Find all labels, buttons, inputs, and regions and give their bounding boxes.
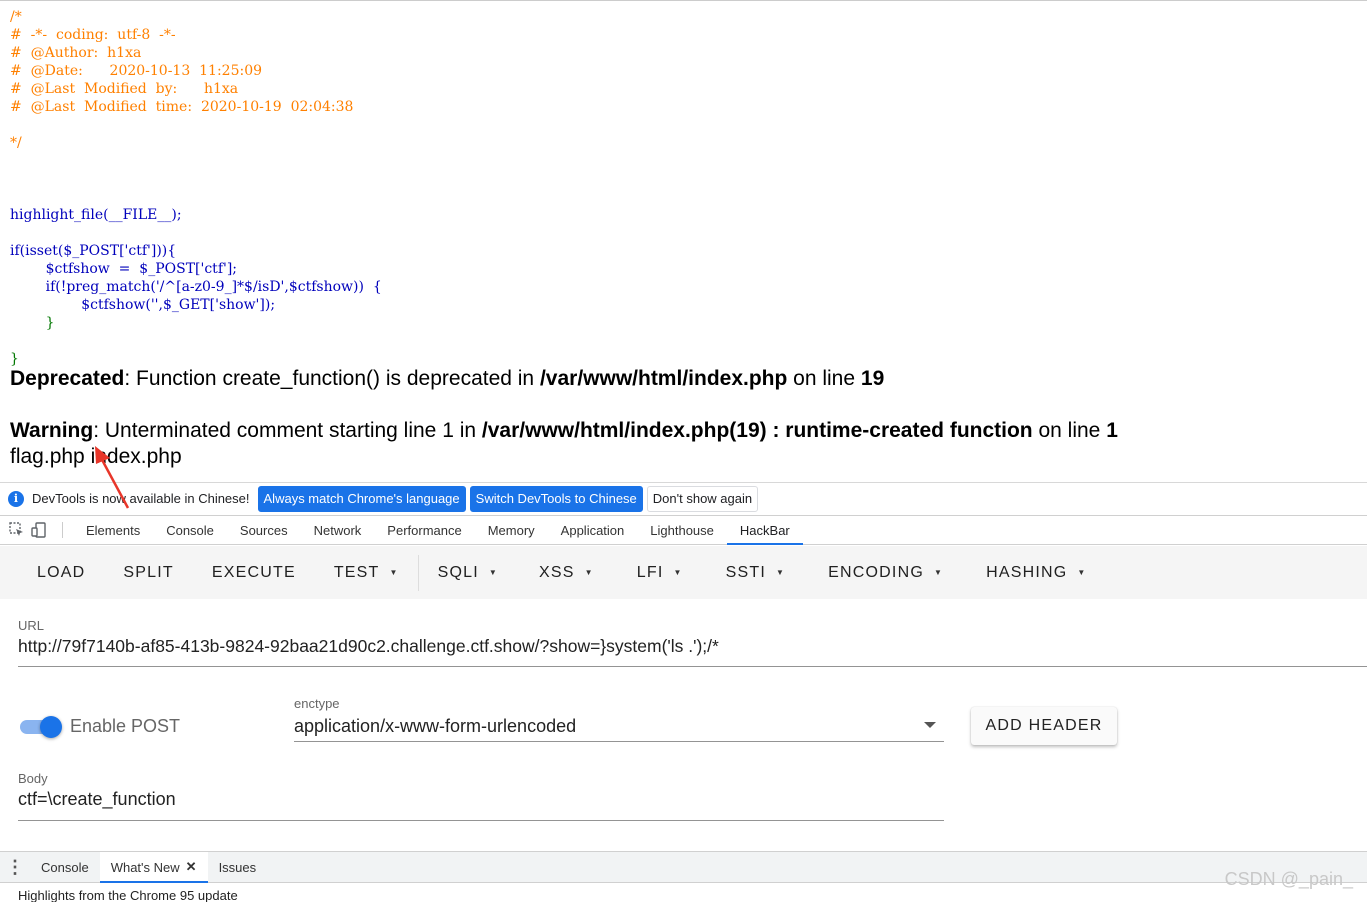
source-preg-line: if(!preg_match('/^[a-z0-9_]*$/isD',$ctfs… <box>10 279 382 295</box>
source-outer-close: } <box>10 351 19 367</box>
load-button[interactable]: LOAD <box>18 555 104 591</box>
warning-line: 1 <box>1106 419 1118 442</box>
ssti-menu-button[interactable]: SSTI ▼ <box>702 555 805 591</box>
source-assign-line: $ctfshow = $_POST['ctf']; <box>10 261 238 277</box>
source-if-open: if(isset($_POST['ctf'])){ <box>10 243 177 259</box>
test-menu-button[interactable]: TEST ▼ <box>315 555 418 591</box>
source-comment-line-8: */ <box>10 135 22 151</box>
caret-down-icon: ▼ <box>584 568 594 577</box>
url-input-underline <box>18 666 1367 667</box>
infobar-text: DevTools is now available in Chinese! <box>32 491 250 506</box>
switch-to-chinese-button[interactable]: Switch DevTools to Chinese <box>469 485 643 512</box>
tab-lighthouse[interactable]: Lighthouse <box>637 516 727 544</box>
source-inner-close: } <box>10 315 55 331</box>
caret-down-icon: ▼ <box>776 568 786 577</box>
split-label: SPLIT <box>123 563 174 581</box>
url-input[interactable]: http://79f7140b-af85-413b-9824-92baa21d9… <box>18 636 719 657</box>
encoding-label: ENCODING <box>828 563 924 581</box>
source-comment-line-6: # @Last Modified time: 2020-10-19 02:04:… <box>10 99 354 115</box>
body-input-underline <box>18 820 944 821</box>
drawer-tabbar: ⋮ Console What's New ✕ Issues <box>0 851 1367 883</box>
body-input[interactable]: ctf=\create_function <box>18 789 176 810</box>
dropdown-arrow-icon[interactable] <box>924 722 936 728</box>
more-options-icon[interactable]: ⋮ <box>0 852 30 882</box>
ssti-label: SSTI <box>725 563 767 581</box>
whats-new-label: What's New <box>110 859 180 875</box>
warning-label: Warning <box>10 419 94 442</box>
deprecated-message: Deprecated: Function create_function() i… <box>10 367 884 391</box>
execute-label: EXECUTE <box>211 563 296 581</box>
tab-elements[interactable]: Elements <box>73 516 153 544</box>
dont-show-again-button[interactable]: Don't show again <box>646 485 759 512</box>
body-label: Body <box>18 771 48 786</box>
source-call-line: $ctfshow('',$_GET['show']); <box>10 297 276 313</box>
deprecated-online: on line <box>787 367 861 390</box>
tab-network[interactable]: Network <box>301 516 375 544</box>
source-comment-line-5: # @Last Modified by: h1xa <box>10 81 239 97</box>
deprecated-file: /var/www/html/index.php <box>539 367 788 390</box>
watermark: CSDN @_pain_ <box>1224 869 1353 889</box>
devtools-language-infobar: i DevTools is now available in Chinese! … <box>0 482 1367 514</box>
device-toolbar-icon[interactable] <box>28 516 50 544</box>
tab-performance[interactable]: Performance <box>374 516 474 544</box>
sqli-label: SQLI <box>437 563 479 581</box>
inspect-element-icon[interactable] <box>6 516 28 544</box>
sqli-menu-button[interactable]: SQLI ▼ <box>419 555 517 591</box>
caret-down-icon: ▼ <box>488 568 499 577</box>
php-source-view: /* # -*- coding: utf-8 -*- # @Author: h1… <box>0 0 1367 480</box>
add-header-button[interactable]: ADD HEADER <box>971 707 1117 745</box>
tab-application[interactable]: Application <box>548 516 638 544</box>
warning-online: on line <box>1032 419 1107 442</box>
warning-file: /var/www/html/index.php(19) : runtime-cr… <box>481 419 1033 442</box>
whats-new-heading: Highlights from the Chrome 95 update <box>18 888 238 902</box>
drawer-tab-issues[interactable]: Issues <box>208 852 268 882</box>
split-button[interactable]: SPLIT <box>104 555 192 591</box>
deprecated-text: : Function create_function() is deprecat… <box>124 367 540 390</box>
source-comment-line-4: # @Date: 2020-10-13 11:25:09 <box>10 63 263 79</box>
execute-button[interactable]: EXECUTE <box>193 555 315 591</box>
deprecated-line: 19 <box>860 367 885 390</box>
tab-console[interactable]: Console <box>153 516 227 544</box>
url-label: URL <box>18 618 45 633</box>
test-label: TEST <box>333 563 380 581</box>
xss-menu-button[interactable]: XSS ▼ <box>517 555 613 591</box>
red-arrow-annotation <box>95 446 130 509</box>
toggle-thumb <box>40 716 62 738</box>
xss-label: XSS <box>539 563 575 581</box>
hackbar-toolbar: LOAD SPLIT EXECUTE TEST ▼ SQLI ▼ XSS ▼ LFI ▼… <box>0 546 1367 599</box>
enctype-select[interactable]: application/x-www-form-urlencoded <box>294 716 576 737</box>
encoding-menu-button[interactable]: ENCODING ▼ <box>804 555 962 591</box>
lfi-label: LFI <box>636 563 664 581</box>
caret-down-icon: ▼ <box>673 568 683 577</box>
devtools-tabbar: Elements Console Sources Network Perform… <box>0 515 1367 545</box>
source-comment-line-3: # @Author: h1xa <box>10 45 142 61</box>
caret-down-icon: ▼ <box>1077 568 1087 577</box>
drawer-tab-whats-new[interactable]: What's New ✕ <box>99 852 208 883</box>
enable-post-toggle[interactable] <box>20 716 64 738</box>
lfi-menu-button[interactable]: LFI ▼ <box>613 555 702 591</box>
tab-hackbar[interactable]: HackBar <box>726 516 803 545</box>
tab-memory[interactable]: Memory <box>475 516 548 544</box>
caret-down-icon: ▼ <box>389 568 399 577</box>
close-icon[interactable]: ✕ <box>186 859 197 875</box>
warning-text: : Unterminated comment starting line 1 i… <box>93 419 482 442</box>
enable-post-label: Enable POST <box>70 716 181 736</box>
enctype-select-underline <box>294 741 944 742</box>
enctype-label: enctype <box>294 696 340 711</box>
source-highlight-call: highlight_file(__FILE__); <box>10 207 182 223</box>
always-match-language-button[interactable]: Always match Chrome's language <box>257 485 466 512</box>
info-icon: i <box>8 490 24 507</box>
hashing-menu-button[interactable]: HASHING ▼ <box>962 555 1105 591</box>
drawer-tab-console[interactable]: Console <box>30 852 100 882</box>
caret-down-icon: ▼ <box>933 568 944 577</box>
tab-sources[interactable]: Sources <box>227 516 301 544</box>
load-label: LOAD <box>37 563 86 581</box>
source-comment-line-1: /* <box>10 9 22 25</box>
hashing-label: HASHING <box>986 563 1068 581</box>
warning-message: Warning: Unterminated comment starting l… <box>10 419 1118 443</box>
source-comment-line-2: # -*- coding: utf-8 -*- <box>10 27 176 43</box>
deprecated-label: Deprecated <box>10 367 125 390</box>
tab-separator <box>62 522 63 538</box>
